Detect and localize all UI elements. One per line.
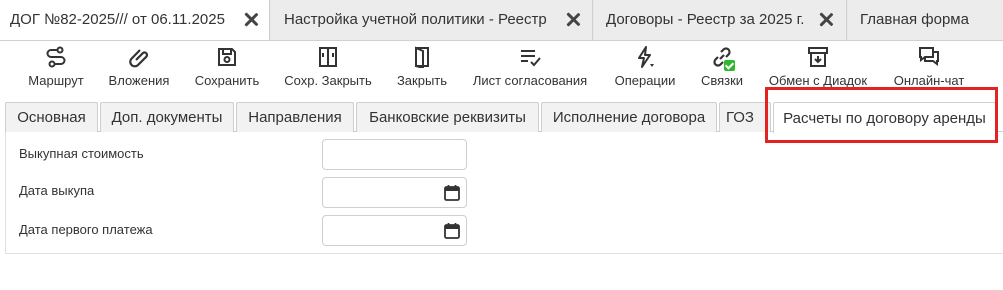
window-tab-label: Настройка учетной политики - Реестр <box>284 11 547 28</box>
buyout-cost-label: Выкупная стоимость <box>19 146 144 161</box>
buyout-date-label: Дата выкупа <box>19 183 95 198</box>
save-label: Сохранить <box>194 73 260 88</box>
route-label: Маршрут <box>28 73 84 88</box>
links-button[interactable]: Связки <box>695 42 749 94</box>
save-close-icon <box>319 47 337 67</box>
first-payment-date-label: Дата первого платежа <box>19 222 153 237</box>
window-tab-label: ДОГ №82-2025/// от 06.11.2025 <box>10 11 225 28</box>
calendar-icon[interactable] <box>444 184 460 201</box>
tab-label: ГОЗ <box>725 109 754 126</box>
diadoc-exchange-label: Обмен с Диадок <box>768 73 868 88</box>
operations-label: Операции <box>614 73 676 88</box>
window-tab-strip: ДОГ №82-2025/// от 06.11.2025 Настройка … <box>0 0 1003 41</box>
tab-label: Исполнение договора <box>552 109 706 126</box>
list-check-icon <box>521 50 541 67</box>
attachments-label: Вложения <box>108 73 170 88</box>
paperclip-icon <box>129 49 149 68</box>
tab-label: Основная <box>17 109 86 126</box>
tab-main[interactable]: Основная <box>5 102 98 132</box>
tab-label: Банковские реквизиты <box>369 109 526 126</box>
window-tab-main-form[interactable]: Главная форма <box>848 0 1003 40</box>
save-button[interactable]: Сохранить <box>189 42 265 94</box>
tab-directions[interactable]: Направления <box>236 102 354 132</box>
operations-button[interactable]: Операции <box>609 42 681 94</box>
tab-label: Направления <box>248 109 342 126</box>
floppy-icon <box>218 48 236 66</box>
save-close-button[interactable]: Сохр. Закрыть <box>280 42 376 94</box>
close-label: Закрыть <box>396 73 448 88</box>
close-icon[interactable] <box>244 12 258 26</box>
close-icon[interactable] <box>819 12 833 26</box>
window-tab-contracts-registry[interactable]: Договоры - Реестр за 2025 г. <box>594 0 847 40</box>
route-icon <box>46 46 66 68</box>
tab-goz[interactable]: ГОЗ <box>719 102 771 132</box>
window-tab-contract[interactable]: ДОГ №82-2025/// от 06.11.2025 <box>0 0 270 40</box>
close-icon[interactable] <box>566 12 580 26</box>
lightning-icon <box>638 46 654 68</box>
close-button[interactable]: Закрыть <box>390 42 454 94</box>
links-label: Связки <box>700 73 744 88</box>
first-payment-date-input[interactable] <box>322 215 467 246</box>
attachments-button[interactable]: Вложения <box>104 42 174 94</box>
chat-icon <box>919 47 939 66</box>
door-icon <box>415 46 429 68</box>
tab-contract-execution[interactable]: Исполнение договора <box>541 102 717 132</box>
lease-settlements-form: Выкупная стоимость Дата выкупа Дата перв… <box>5 132 1003 254</box>
online-chat-label: Онлайн-чат <box>893 73 965 88</box>
buyout-date-input[interactable] <box>322 177 467 208</box>
window-tab-label: Главная форма <box>860 11 969 28</box>
approval-sheet-button[interactable]: Лист согласования <box>468 42 592 94</box>
save-close-label: Сохр. Закрыть <box>284 73 372 88</box>
tab-bank-details[interactable]: Банковские реквизиты <box>356 102 539 132</box>
route-button[interactable]: Маршрут <box>22 42 90 94</box>
archive-icon <box>808 47 828 67</box>
tab-label: Доп. документы <box>111 109 223 126</box>
window-tab-label: Договоры - Реестр за 2025 г. <box>606 11 805 28</box>
approval-sheet-label: Лист согласования <box>472 73 588 88</box>
buyout-cost-input[interactable] <box>322 139 467 170</box>
link-status-badge <box>724 60 735 71</box>
calendar-icon[interactable] <box>444 222 460 239</box>
tab-additional-documents[interactable]: Доп. документы <box>100 102 234 132</box>
window-tab-accounting-policy[interactable]: Настройка учетной политики - Реестр <box>271 0 593 40</box>
